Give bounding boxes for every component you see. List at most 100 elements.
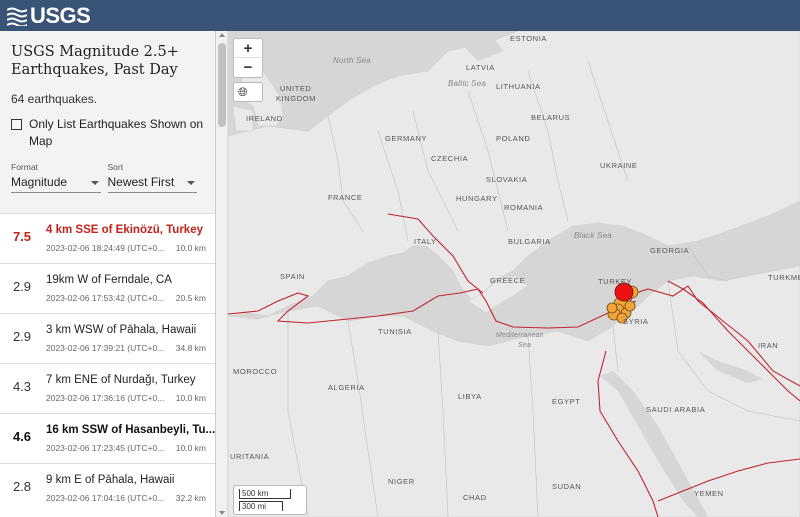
earthquake-marker[interactable]: [624, 300, 636, 312]
map-label: Baltic Sea: [448, 79, 487, 88]
map-label: GEORGIA: [650, 246, 690, 255]
depth: 32.2 km: [175, 493, 206, 503]
earthquake-list: 7.5 4 km SSE of Ekinözü, Turkey 2023-02-…: [0, 213, 216, 513]
map-label: GERMANY: [385, 134, 428, 143]
magnitude: 4.3: [12, 379, 32, 394]
checkbox-label: Only List Earthquakes Shown on Map: [29, 117, 204, 148]
format-select[interactable]: Format Magnitude: [11, 162, 101, 193]
map-label: URITANIA: [230, 452, 270, 461]
event-time: 2023-02-06 18:24:49 (UTC+0...: [46, 243, 165, 253]
earthquake-marker[interactable]: [606, 302, 618, 314]
map-label: TURKME: [768, 273, 800, 282]
checkbox-icon[interactable]: [11, 119, 22, 130]
map-label: ROMANIA: [504, 203, 544, 212]
earthquake-count: 64 earthquakes.: [11, 92, 98, 106]
map-label: LIBYA: [458, 392, 482, 401]
map-label: EGYPT: [552, 397, 581, 406]
map-label: HUNGARY: [456, 194, 498, 203]
place-name: 4 km SSE of Ekinözü, Turkey: [46, 224, 203, 236]
map-label: ESTONIA: [510, 34, 547, 43]
map-label: Black Sea: [574, 231, 612, 240]
map-label: Mediterranean: [496, 332, 544, 339]
zoom-out-button[interactable]: −: [234, 58, 262, 77]
sort-label: Sort: [107, 162, 124, 172]
map-label: SYRIA: [623, 317, 649, 326]
list-item[interactable]: 2.8 9 km E of Pāhala, Hawaii 2023-02-06 …: [0, 463, 215, 513]
usgs-logo[interactable]: USGS: [7, 3, 91, 29]
top-bar: USGS: [0, 0, 800, 31]
map-label: YEMEN: [694, 489, 724, 498]
map-label: ALGERIA: [328, 383, 365, 392]
depth: 10.0 km: [175, 443, 206, 453]
map-label: FRANCE: [328, 193, 363, 202]
magnitude: 7.5: [12, 229, 32, 244]
map-label: UKRAINE: [600, 161, 638, 170]
map-label: UNITED: [280, 84, 312, 93]
map-label: SUDAN: [552, 482, 582, 491]
event-time: 2023-02-06 17:39:21 (UTC+0...: [46, 343, 165, 353]
list-item[interactable]: 4.6 16 km SSW of Hasanbeyli, Tu... 2023-…: [0, 413, 216, 463]
place-name: 9 km E of Pāhala, Hawaii: [46, 474, 175, 486]
zoom-control: + −: [233, 38, 263, 78]
map-label: TUNISIA: [378, 327, 412, 336]
chevron-down-icon: [187, 181, 195, 185]
map-label: NIGER: [388, 477, 415, 486]
place-name: 3 km WSW of Pāhala, Hawaii: [46, 324, 197, 336]
scale-mi: 300 mi: [239, 501, 283, 511]
sort-select[interactable]: Sort Newest First: [107, 162, 197, 193]
place-name: 16 km SSW of Hasanbeyli, Tu...: [46, 424, 216, 436]
sort-value: Newest First: [107, 175, 175, 189]
map-label: CZECHIA: [431, 154, 469, 163]
event-time: 2023-02-06 17:53:42 (UTC+0...: [46, 293, 165, 303]
format-label: Format: [11, 162, 38, 172]
list-item[interactable]: 2.9 19km W of Ferndale, CA 2023-02-06 17…: [0, 263, 215, 313]
list-item[interactable]: 7.5 4 km SSE of Ekinözü, Turkey 2023-02-…: [0, 213, 215, 263]
map-label: GREECE: [490, 276, 526, 285]
logo-text: USGS: [30, 3, 91, 28]
map-label: SLOVAKIA: [486, 175, 528, 184]
magnitude: 2.8: [12, 479, 32, 494]
magnitude: 2.9: [12, 329, 32, 344]
event-time: 2023-02-06 17:04:16 (UTC+0...: [46, 493, 165, 503]
scroll-down-icon[interactable]: [219, 511, 225, 515]
depth: 20.5 km: [175, 293, 206, 303]
magnitude: 2.9: [12, 279, 32, 294]
scale-km: 500 km: [239, 489, 291, 499]
place-name: 19km W of Ferndale, CA: [46, 274, 172, 286]
map-label: ITALY: [414, 237, 437, 246]
list-item[interactable]: 2.9 3 km WSW of Pāhala, Hawaii 2023-02-0…: [0, 313, 215, 363]
scale-bar: 500 km 300 mi: [233, 485, 307, 515]
earthquake-list-panel: USGS Magnitude 2.5+ Earthquakes, Past Da…: [0, 31, 216, 517]
scroll-up-icon[interactable]: [219, 33, 225, 37]
scroll-thumb[interactable]: [218, 43, 226, 127]
map-view[interactable]: ESTONIA North Sea LATVIA Baltic Sea UNIT…: [228, 31, 800, 517]
depth: 34.8 km: [175, 343, 206, 353]
map-label: IRELAND: [246, 114, 283, 123]
list-item[interactable]: 4.3 7 km ENE of Nurdağı, Turkey 2023-02-…: [0, 363, 215, 413]
map-label: Sea: [518, 342, 532, 349]
list-scrollbar[interactable]: [216, 31, 228, 517]
map-label: SAUDI ARABIA: [646, 405, 706, 414]
map-label: IRAN: [758, 341, 779, 350]
depth: 10.0 km: [175, 243, 206, 253]
zoom-in-button[interactable]: +: [234, 39, 262, 58]
usgs-wave-icon: [7, 6, 27, 26]
map-label: MOROCCO: [233, 367, 278, 376]
format-value: Magnitude: [11, 175, 68, 189]
map-label: LITHUANIA: [496, 82, 541, 91]
place-name: 7 km ENE of Nurdağı, Turkey: [46, 374, 196, 386]
depth: 10.0 km: [175, 393, 206, 403]
map-label: KINGDOM: [276, 94, 317, 103]
map-label: CHAD: [463, 493, 487, 502]
map-label: SPAIN: [280, 272, 305, 281]
magnitude: 4.6: [12, 429, 32, 444]
chevron-down-icon: [90, 181, 99, 185]
event-time: 2023-02-06 17:23:45 (UTC+0...: [46, 443, 165, 453]
map-label: BELARUS: [531, 113, 571, 122]
globe-icon[interactable]: 🌐︎: [233, 82, 263, 102]
map-filter-checkbox[interactable]: Only List Earthquakes Shown on Map: [11, 116, 204, 150]
list-header: USGS Magnitude 2.5+ Earthquakes, Past Da…: [0, 31, 215, 213]
map-label: BULGARIA: [508, 237, 551, 246]
map-label: POLAND: [496, 134, 531, 143]
event-time: 2023-02-06 17:36:16 (UTC+0...: [46, 393, 165, 403]
